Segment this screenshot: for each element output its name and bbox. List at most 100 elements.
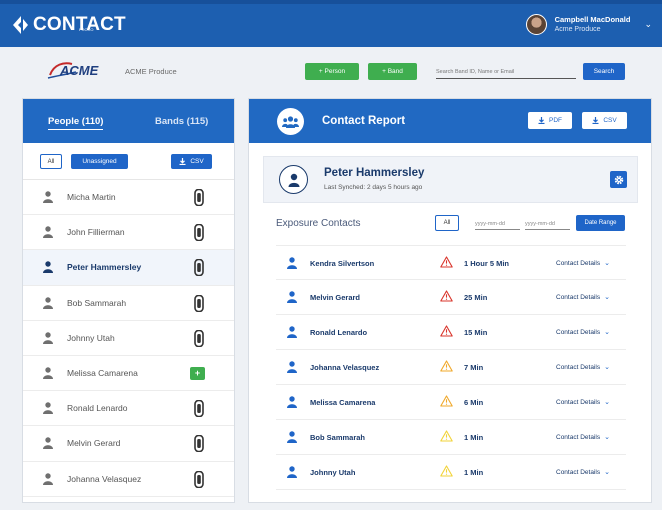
exposure-duration: 1 Hour 5 Min [464,259,510,268]
person-list-item[interactable]: John Fillierman [23,215,234,251]
exposure-duration: 25 Min [464,293,488,302]
person-icon [287,326,297,338]
band-icon[interactable] [194,400,204,418]
contact-row[interactable]: Johnny Utah 1 Min Contact Details ⌄ [276,455,626,490]
report-title: Contact Report [322,115,406,127]
people-panel: People (110) Bands (115) All Unassigned … [22,98,235,503]
contact-details-link[interactable]: Contact Details ⌄ [556,363,610,372]
people-csv-button[interactable]: CSV [171,154,212,169]
exposure-duration: 6 Min [464,398,484,407]
person-name: Melissa Camarena [67,368,138,379]
user-menu[interactable]: Campbell MacDonald Acme Produce ⌄ [525,14,652,35]
chevron-down-icon: ⌄ [604,260,610,267]
contact-row[interactable]: Kendra Silvertson 1 Hour 5 Min Contact Det… [276,245,626,280]
company-name: ACME Produce [125,67,177,76]
download-icon [592,117,599,124]
person-list-item[interactable]: Johnny Utah [23,321,234,356]
tab-people[interactable]: People (110) [48,116,104,130]
chevron-down-icon: ⌄ [604,294,610,301]
report-csv-label: CSV [603,117,617,124]
settings-button[interactable] [610,171,627,188]
contact-details-label: Contact Details [556,293,601,301]
report-csv-button[interactable]: CSV [582,112,627,129]
date-from-input[interactable] [475,218,520,230]
contact-row[interactable]: Ronald Lenardo 15 Min Contact Details ⌄ [276,315,626,350]
person-list-item[interactable]: Johanna Velasquez [23,462,234,497]
person-list-item[interactable]: Micha Martin [23,180,234,216]
filter-all-button[interactable]: All [40,154,62,169]
contact-name: Kendra Silvertson [310,259,375,268]
person-list-item[interactable]: Melissa Camarena + [23,356,234,392]
person-icon [287,361,297,373]
chevron-down-icon: ⌄ [604,469,610,476]
contact-row[interactable]: Bob Sammarah 1 Min Contact Details ⌄ [276,420,626,455]
person-icon [43,296,53,309]
person-icon [43,261,53,274]
app-subtitle: PROXO [79,27,94,32]
person-icon [287,291,297,303]
warning-icon [440,360,453,372]
band-icon[interactable] [194,329,204,347]
chevron-down-icon[interactable]: ⌄ [644,19,652,30]
contact-details-link[interactable]: Contact Details ⌄ [556,293,610,302]
person-list-item[interactable]: Peter Hammersley [23,250,234,286]
exposure-contacts-title: Exposure Contacts [276,218,361,229]
search-button[interactable]: Search [583,63,625,80]
person-list-item[interactable]: Melvin Gerard [23,426,234,462]
warning-icon [440,325,453,337]
person-name: Johanna Velasquez [67,473,142,484]
band-icon[interactable] [194,470,204,488]
person-list-item[interactable]: Bob Sammarah [23,286,234,321]
band-icon[interactable] [194,259,204,277]
exposure-contacts-list: Kendra Silvertson 1 Hour 5 Min Contact Det… [276,245,626,490]
people-csv-label: CSV [190,158,204,165]
date-range-button[interactable]: Date Range [576,215,625,231]
person-icon [43,367,53,379]
band-icon[interactable] [194,435,204,453]
contact-details-link[interactable]: Contact Details ⌄ [556,328,610,337]
band-icon[interactable] [194,224,204,242]
band-icon[interactable] [194,294,204,312]
warning-icon [440,430,453,442]
contact-details-label: Contact Details [556,363,601,371]
people-filter-row: All Unassigned CSV [23,143,234,180]
person-icon [287,257,297,269]
contact-details-link[interactable]: Contact Details ⌄ [556,468,610,477]
assign-band-button[interactable]: + [190,366,205,380]
filter-unassigned-button[interactable]: Unassigned [71,154,128,169]
app-brand[interactable]: CONTACT [12,15,126,35]
person-name: Peter Hammersley [67,262,142,273]
people-list: Micha Martin John Fillierman Peter Hammers… [23,180,234,497]
band-icon[interactable] [194,189,204,206]
person-name: Johnny Utah [67,332,115,343]
contact-details-label: Contact Details [556,468,601,476]
person-icon [43,402,53,415]
pdf-label: PDF [549,117,562,124]
group-icon [277,108,304,135]
contact-row[interactable]: Melissa Camarena 6 Min Contact Details ⌄ [276,385,626,420]
tab-bands[interactable]: Bands (115) [155,116,208,127]
contact-name: Ronald Lenardo [310,328,368,337]
chevron-down-icon: ⌄ [604,364,610,371]
pdf-export-button[interactable]: PDF [528,112,572,129]
contact-row[interactable]: Johanna Velasquez 7 Min Contact Details ⌄ [276,350,626,385]
person-icon [43,472,53,485]
contact-details-link[interactable]: Contact Details ⌄ [556,398,610,407]
svg-text:ACME: ACME [59,63,99,78]
exposure-duration: 7 Min [464,363,484,372]
contact-details-link[interactable]: Contact Details ⌄ [556,259,610,268]
person-profile-card: Peter Hammersley Last Synched: 2 days 5 … [263,156,638,203]
search-input[interactable] [436,66,576,79]
contact-name: Johanna Velasquez [310,363,380,372]
app-title: CONTACT [33,14,126,35]
add-person-button[interactable]: + Person [305,63,359,80]
date-to-input[interactable] [525,218,570,230]
exposure-filter-all-button[interactable]: All [435,215,459,231]
person-list-item[interactable]: Ronald Lenardo [23,391,234,427]
contact-details-label: Contact Details [556,328,601,336]
add-band-button[interactable]: + Band [368,63,417,80]
acme-logo: ACME [47,62,99,79]
gear-icon [614,175,623,184]
contact-details-link[interactable]: Contact Details ⌄ [556,433,610,442]
contact-row[interactable]: Melvin Gerard 25 Min Contact Details ⌄ [276,280,626,315]
